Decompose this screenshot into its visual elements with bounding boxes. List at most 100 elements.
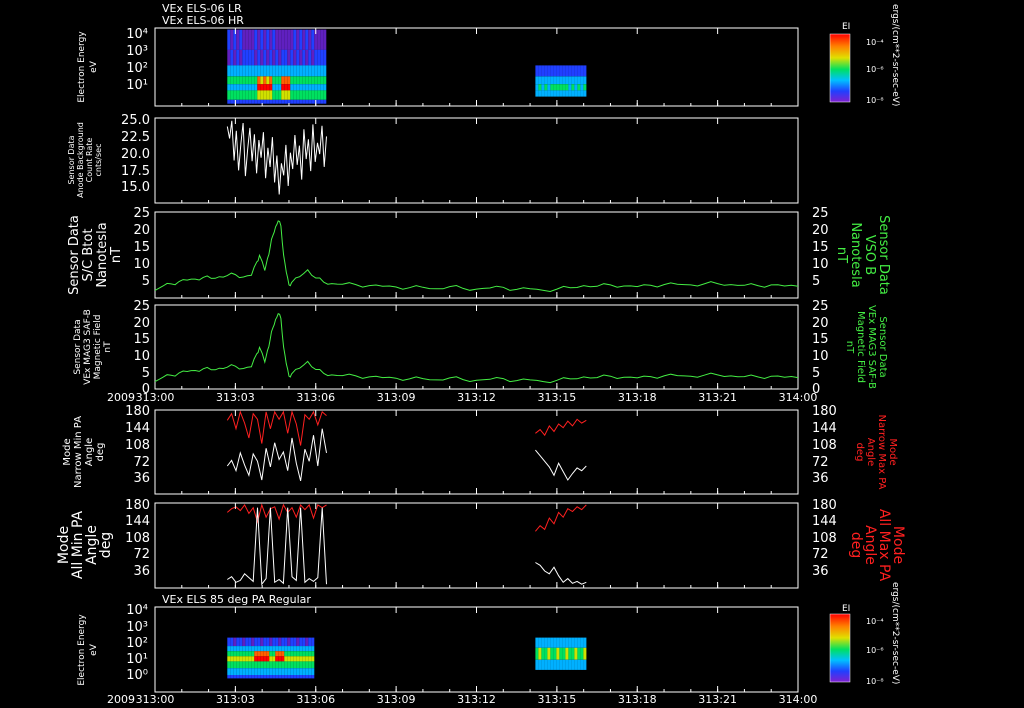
spectrogram-cell: [580, 90, 584, 97]
spectrogram-cell: [311, 651, 315, 657]
spectrogram-cell: [577, 647, 581, 660]
spectrogram-cell: [320, 99, 324, 104]
spectrogram-cell: [266, 90, 270, 100]
spectrogram-cell: [583, 637, 587, 648]
spectrogram-cell: [544, 84, 548, 91]
right-axis-unit: deg: [854, 443, 865, 462]
spectrogram-cell: [287, 651, 291, 657]
spectrogram-cell: [544, 90, 548, 97]
spectrogram-cell: [290, 65, 294, 77]
spectrogram-cell: [320, 90, 324, 100]
right-axis-unit: nT: [844, 341, 855, 354]
spectrogram-cell: [248, 661, 252, 669]
spectrogram-cell: [583, 76, 587, 85]
spectrogram-cell: [577, 90, 581, 97]
spectrogram-cell: [305, 90, 309, 100]
spectrogram-cell: [275, 84, 279, 91]
spectrogram-cell: [583, 90, 587, 97]
spectrogram-cell: [287, 637, 291, 647]
spectrogram-cell: [236, 99, 240, 104]
spectrogram-cell: [230, 65, 234, 77]
spectrogram-cell: [577, 65, 581, 77]
spectrogram-cell: [254, 99, 258, 104]
spectrogram-cell: [284, 90, 288, 100]
spectrogram-cell: [308, 668, 312, 675]
all-pa-series: [226, 503, 587, 586]
spectrogram-cell: [233, 49, 237, 66]
y-tick-label: 10⁰: [126, 668, 148, 683]
spectrogram-cell: [263, 99, 267, 104]
spectrogram-cell: [263, 29, 267, 50]
spectrogram-cell: [553, 65, 557, 77]
spectrogram-cell: [311, 49, 315, 66]
spectrogram-cell: [257, 65, 261, 77]
spectrogram-cell: [305, 99, 309, 104]
spectrogram-cell: [275, 49, 279, 66]
spectrogram-cell: [230, 668, 234, 675]
spectrogram-cell: [245, 646, 249, 652]
y-tick-label: 10¹: [126, 78, 148, 93]
narrow-pa-line-min: [226, 428, 327, 482]
spectrogram-cell: [559, 659, 563, 670]
y-tick-label: 10²: [126, 636, 148, 651]
spectrogram-cell: [242, 637, 246, 647]
spectrogram-cell: [296, 675, 300, 679]
spectrogram-cell: [236, 661, 240, 669]
x-tick-label: 313:18: [618, 391, 657, 404]
spectrogram-cell: [233, 661, 237, 669]
spectrogram-cell: [568, 90, 572, 97]
spectrogram-cell: [541, 90, 545, 97]
spectrogram-cell: [571, 659, 575, 670]
spectrogram-cell: [242, 90, 246, 100]
spectrogram-cell: [278, 29, 282, 50]
spectrogram-cell: [538, 637, 542, 648]
spectrogram-cell: [311, 84, 315, 91]
y-axis-title: Nanotesla: [95, 222, 110, 287]
spectrogram-cell: [547, 647, 551, 660]
y-tick-label: 15.0: [121, 180, 150, 195]
spectrogram-cell: [269, 661, 273, 669]
spectrogram-cell: [269, 99, 273, 104]
y-tick-label: 20: [133, 223, 150, 238]
spectrogram-cell: [257, 49, 261, 66]
spectrogram-cell: [323, 65, 327, 77]
x-axis-year: 2009: [107, 391, 135, 404]
spectrogram-cell: [263, 651, 267, 657]
x-axis-labels-middle: 313:00 313:03 313:06 313:09 313:12 313:15 313:…: [136, 391, 818, 404]
spectrogram-cell: [266, 76, 270, 85]
spectrogram-cell: [263, 65, 267, 77]
spectrogram-cell: [230, 76, 234, 85]
spectrogram-cell: [257, 637, 261, 647]
spectrogram-cell: [305, 675, 309, 679]
spectrogram-cell: [251, 661, 255, 669]
spectrogram-cell: [236, 656, 240, 662]
spectrogram-cell: [544, 647, 548, 660]
spectrogram-cell: [239, 651, 243, 657]
spectrogram-cell: [553, 84, 557, 91]
spectrogram-cell: [311, 661, 315, 669]
spectrogram-cell: [323, 99, 327, 104]
spectrogram-cell: [257, 675, 261, 679]
spectrogram-cell: [323, 49, 327, 66]
spectrogram-cell: [302, 637, 306, 647]
spectrogram-cell: [236, 668, 240, 675]
spectrogram-cell: [541, 84, 545, 91]
y-tick-label-right: 108: [812, 531, 837, 546]
spectrogram-cell: [245, 661, 249, 669]
spectrogram-cell: [278, 90, 282, 100]
spectrogram-cell: [299, 656, 303, 662]
spectrogram-cell: [284, 65, 288, 77]
spectrogram-cell: [302, 76, 306, 85]
spectrogram-cell: [239, 65, 243, 77]
spectrogram-cell: [287, 29, 291, 50]
panel-frame-all-pa: [154, 502, 799, 589]
spectrogram-cell: [281, 29, 285, 50]
spectrogram-cell: [281, 65, 285, 77]
y-tick-label: 144: [125, 514, 150, 529]
spectrogram-cell: [535, 647, 539, 660]
spectrogram-cell: [266, 65, 270, 77]
right-axis-title: Narrow Max PA: [876, 415, 887, 490]
y-axis-title: Angle: [84, 438, 95, 466]
spectrogram-cell: [547, 659, 551, 670]
colorbar-tick: 10⁻⁶: [866, 646, 884, 655]
